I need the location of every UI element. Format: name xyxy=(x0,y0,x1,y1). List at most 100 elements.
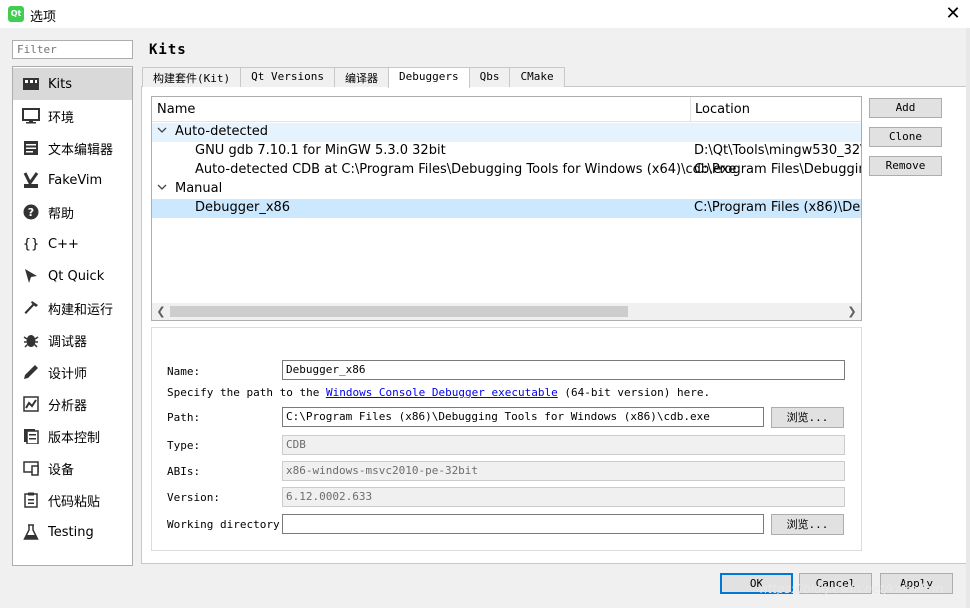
column-header-location[interactable]: Location xyxy=(695,102,750,117)
remove-button[interactable]: Remove xyxy=(869,156,942,176)
page-title: Kits xyxy=(149,42,187,58)
sidebar-item-label: 设计师 xyxy=(48,366,88,382)
tab-qbs[interactable]: Qbs xyxy=(468,67,511,87)
close-icon[interactable]: ✕ xyxy=(940,2,966,26)
sidebar-item-qt-quick[interactable]: Qt Quick xyxy=(13,260,132,292)
scroll-left-icon[interactable]: ❮ xyxy=(154,303,168,320)
clone-button[interactable]: Clone xyxy=(869,127,942,147)
group-label: Auto-detected xyxy=(175,124,268,139)
sidebar-item-devices[interactable]: 设备 xyxy=(13,452,132,484)
window-title: 选项 xyxy=(30,10,57,25)
tab-qt-versions[interactable]: Qt Versions xyxy=(240,67,335,87)
fakevim-icon xyxy=(22,171,40,189)
sidebar-item-testing[interactable]: Testing xyxy=(13,516,132,548)
type-label: Type: xyxy=(167,439,201,452)
sidebar-item-label: 帮助 xyxy=(48,206,75,222)
sidebar-item-label: Qt Quick xyxy=(48,268,105,284)
braces-icon: {} xyxy=(22,236,40,252)
chevron-down-icon[interactable] xyxy=(157,125,167,138)
column-header-name[interactable]: Name xyxy=(157,102,195,117)
sidebar-item-analyzer[interactable]: 分析器 xyxy=(13,388,132,420)
table-row[interactable]: Auto-detected CDB at C:\Program Files\De… xyxy=(152,161,861,180)
path-field[interactable]: C:\Program Files (x86)\Debugging Tools f… xyxy=(282,407,764,427)
flask-icon xyxy=(22,523,40,541)
type-value: CDB xyxy=(282,435,845,455)
add-button[interactable]: Add xyxy=(869,98,942,118)
abis-label: ABIs: xyxy=(167,465,201,478)
debugger-name: GNU gdb 7.10.1 for MinGW 5.3.0 32bit xyxy=(195,143,446,158)
sidebar-item-environment[interactable]: 环境 xyxy=(13,100,132,132)
debugger-download-link[interactable]: Windows Console Debugger executable xyxy=(326,386,558,399)
tab-bar: 构建套件(Kit) Qt Versions 编译器 Debuggers Qbs … xyxy=(142,67,565,88)
sidebar-item-label: C++ xyxy=(48,236,79,252)
tab-kits[interactable]: 构建套件(Kit) xyxy=(142,67,242,87)
sidebar-item-label: 文本编辑器 xyxy=(48,142,114,158)
browse-workdir-button[interactable]: 浏览... xyxy=(771,514,844,535)
hammer-icon xyxy=(22,299,40,317)
paste-icon xyxy=(22,491,40,509)
category-sidebar: Kits 环境 文本编辑器 FakeVim ? 帮助 {} C++ Qt Qui… xyxy=(12,66,133,566)
sidebar-item-version-control[interactable]: 版本控制 xyxy=(13,420,132,452)
bug-icon xyxy=(22,331,40,349)
working-directory-field[interactable] xyxy=(282,514,764,534)
chevron-down-icon[interactable] xyxy=(157,182,167,195)
sidebar-item-label: 代码粘贴 xyxy=(48,494,101,510)
column-divider xyxy=(690,97,691,122)
horizontal-scrollbar[interactable]: ❮ ❯ xyxy=(152,303,861,320)
sidebar-item-cpp[interactable]: {} C++ xyxy=(13,228,132,260)
path-label: Path: xyxy=(167,411,201,424)
sidebar-item-debugger[interactable]: 调试器 xyxy=(13,324,132,356)
tab-cmake[interactable]: CMake xyxy=(509,67,565,87)
sidebar-item-label: 分析器 xyxy=(48,398,88,414)
sidebar-item-label: FakeVim xyxy=(48,172,103,188)
sidebar-item-designer[interactable]: 设计师 xyxy=(13,356,132,388)
working-directory-label: Working directory: xyxy=(167,518,287,531)
filter-input[interactable] xyxy=(12,40,133,59)
debugger-name: Debugger_x86 xyxy=(195,200,291,215)
tree-group-manual[interactable]: Manual xyxy=(152,180,861,199)
debugger-name: Auto-detected CDB at C:\Program Files\De… xyxy=(195,162,737,177)
help-icon: ? xyxy=(22,203,40,221)
table-row[interactable]: Debugger_x86 C:\Program Files (x86)\Debu… xyxy=(152,199,861,218)
sidebar-item-code-paste[interactable]: 代码粘贴 xyxy=(13,484,132,516)
tab-compilers[interactable]: 编译器 xyxy=(333,67,389,87)
sidebar-item-fakevim[interactable]: FakeVim xyxy=(13,164,132,196)
pencil-icon xyxy=(22,363,40,381)
text-editor-icon xyxy=(22,139,40,157)
hint-prefix: Specify the path to the xyxy=(167,386,326,399)
qt-quick-icon xyxy=(22,267,40,285)
window-edge xyxy=(966,28,970,608)
tree-header: Name Location xyxy=(152,97,861,122)
tree-group-auto-detected[interactable]: Auto-detected xyxy=(152,123,861,142)
browse-path-button[interactable]: 浏览... xyxy=(771,407,844,428)
scroll-right-icon[interactable]: ❯ xyxy=(845,303,859,320)
sidebar-item-label: 版本控制 xyxy=(48,430,101,446)
sidebar-item-label: 构建和运行 xyxy=(48,302,114,318)
name-field[interactable]: Debugger_x86 xyxy=(282,360,845,380)
version-control-icon xyxy=(22,427,40,445)
path-hint: Specify the path to the Windows Console … xyxy=(167,386,710,399)
sidebar-item-label: Testing xyxy=(48,524,94,540)
sidebar-item-kits[interactable]: Kits xyxy=(13,68,132,100)
svg-text:?: ? xyxy=(28,206,34,219)
sidebar-item-help[interactable]: ? 帮助 xyxy=(13,196,132,228)
name-label: Name: xyxy=(167,365,201,378)
watermark: https://blog.csdn.net/kakaihun xyxy=(760,582,944,596)
device-icon xyxy=(22,459,40,477)
hint-suffix: (64-bit version) here. xyxy=(557,386,711,399)
tab-debuggers[interactable]: Debuggers xyxy=(387,67,470,88)
debugger-location: C:\Program Files (x86)\Debug xyxy=(694,200,861,215)
analyzer-icon xyxy=(22,395,40,413)
sidebar-item-label: 调试器 xyxy=(48,334,88,350)
sidebar-item-label: Kits xyxy=(48,76,73,92)
sidebar-item-label: 环境 xyxy=(48,110,75,126)
sidebar-item-build-run[interactable]: 构建和运行 xyxy=(13,292,132,324)
sidebar-item-label: 设备 xyxy=(48,462,75,478)
monitor-icon xyxy=(22,107,40,125)
scrollbar-thumb[interactable] xyxy=(170,306,628,317)
table-row[interactable]: GNU gdb 7.10.1 for MinGW 5.3.0 32bit D:\… xyxy=(152,142,861,161)
debugger-location: D:\Qt\Tools\mingw530_32\bi xyxy=(694,143,861,158)
debugger-tree: Name Location Auto-detected GNU gdb 7.10… xyxy=(151,96,862,321)
sidebar-item-text-editor[interactable]: 文本编辑器 xyxy=(13,132,132,164)
version-value: 6.12.0002.633 xyxy=(282,487,845,507)
